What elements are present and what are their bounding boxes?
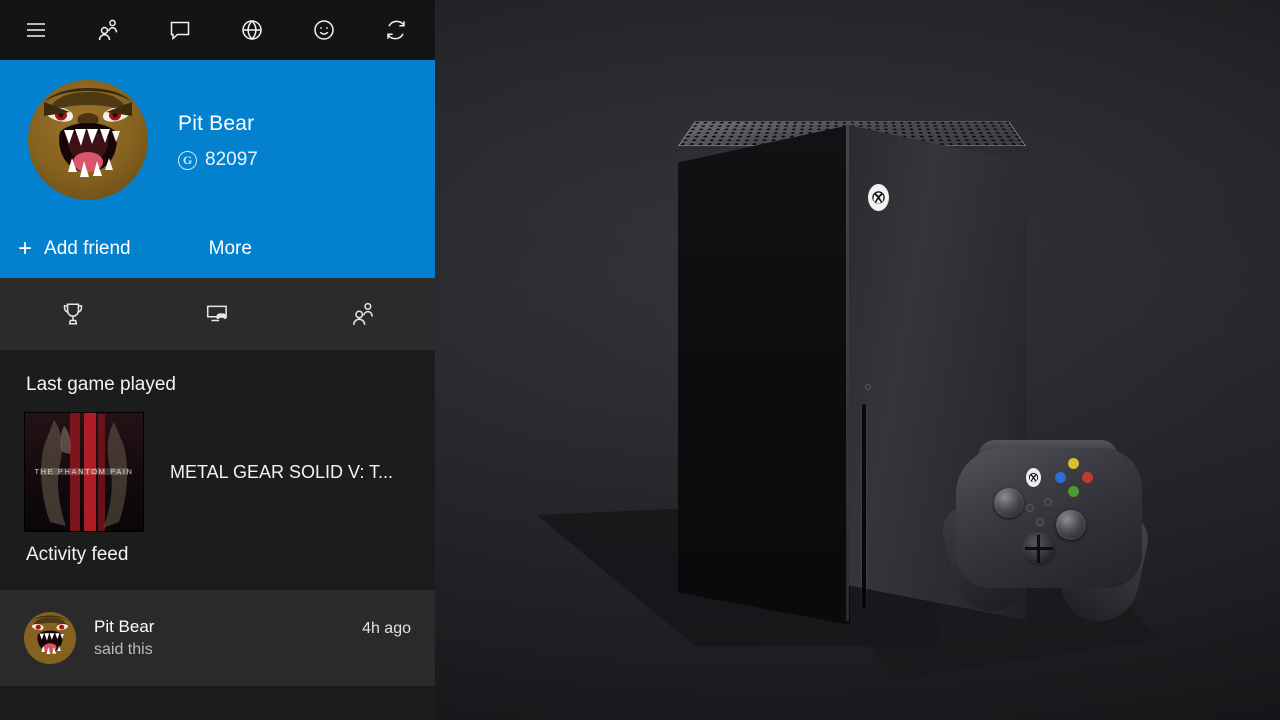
refresh-icon[interactable] (360, 0, 432, 60)
controller-dpad (1022, 532, 1056, 566)
profile-header: Pit Bear G 82097 + Add friend More (0, 60, 435, 278)
avatar[interactable] (28, 80, 148, 200)
console-disc-slot (862, 404, 866, 609)
more-label: More (208, 238, 252, 259)
controller-menu-button (1044, 498, 1052, 506)
profile-actions: + Add friend More (0, 220, 435, 278)
controller-xbox-guide-button-icon (1026, 468, 1041, 487)
controller-view-button (1026, 504, 1034, 512)
xbox-companion-side-panel: Pit Bear G 82097 + Add friend More Last … (0, 0, 435, 720)
activity-text: Pit Bear said this (94, 617, 154, 659)
last-game-row[interactable]: THE PHANTOM PAIN METAL GEAR SOLID V: T..… (0, 410, 435, 534)
controller-x-button (1055, 472, 1066, 483)
avatar[interactable] (24, 612, 76, 664)
controller-y-button (1068, 458, 1079, 469)
smiley-icon[interactable] (288, 0, 360, 60)
trophy-icon (60, 301, 86, 327)
profile-tab-bar (0, 278, 435, 350)
activity-timestamp: 4h ago (362, 620, 411, 637)
friends-icon[interactable] (72, 0, 144, 60)
more-button[interactable]: More (191, 220, 270, 278)
activity-feed-heading: Activity feed (26, 544, 129, 565)
message-icon[interactable] (144, 0, 216, 60)
tab-captures[interactable] (145, 278, 290, 350)
controller-left-thumbstick (994, 488, 1024, 518)
screen-controller-icon (205, 301, 231, 327)
panel-top-icon-bar (0, 0, 435, 60)
last-game-title: METAL GEAR SOLID V: T... (170, 461, 394, 482)
plus-icon: + (18, 235, 33, 262)
add-friend-label: Add friend (44, 238, 131, 259)
gamerscore-g-icon: G (178, 150, 197, 170)
gamerscore: G 82097 (178, 149, 258, 171)
gamerscore-value: 82097 (205, 149, 258, 170)
xbox-power-logo-icon (868, 184, 889, 211)
xbox-app-screen: Pit Bear G 82097 + Add friend More Last … (0, 0, 1280, 720)
controller-right-thumbstick (1056, 510, 1086, 540)
console-edge-highlight (846, 125, 849, 621)
controller-a-button (1068, 486, 1079, 497)
gamertag: Pit Bear (178, 112, 255, 135)
console-left-face (678, 125, 850, 625)
xbox-wireless-controller (937, 432, 1153, 629)
list-item[interactable]: Pit Bear said this 4h ago (0, 590, 435, 686)
tab-friends[interactable] (290, 278, 435, 350)
svg-text:THE PHANTOM PAIN: THE PHANTOM PAIN (34, 467, 133, 476)
add-friend-button[interactable]: + Add friend (0, 220, 149, 278)
last-game-heading: Last game played (26, 374, 176, 395)
panel-content: Last game played THE PHANTOM PAIN METAL … (0, 350, 435, 686)
console-eject-button (865, 384, 871, 390)
globe-icon[interactable] (216, 0, 288, 60)
controller-b-button (1082, 472, 1093, 483)
tab-achievements[interactable] (0, 278, 145, 350)
controller-body (956, 448, 1142, 588)
hamburger-menu-icon[interactable] (0, 0, 72, 60)
controller-share-button (1036, 518, 1044, 526)
metal-gear-solid-v-phantom-pain-boxart: THE PHANTOM PAIN (24, 412, 144, 532)
controller-face-buttons (1054, 458, 1098, 504)
friends-icon (350, 301, 376, 327)
activity-action: said this (94, 641, 153, 658)
activity-author: Pit Bear (94, 617, 155, 636)
